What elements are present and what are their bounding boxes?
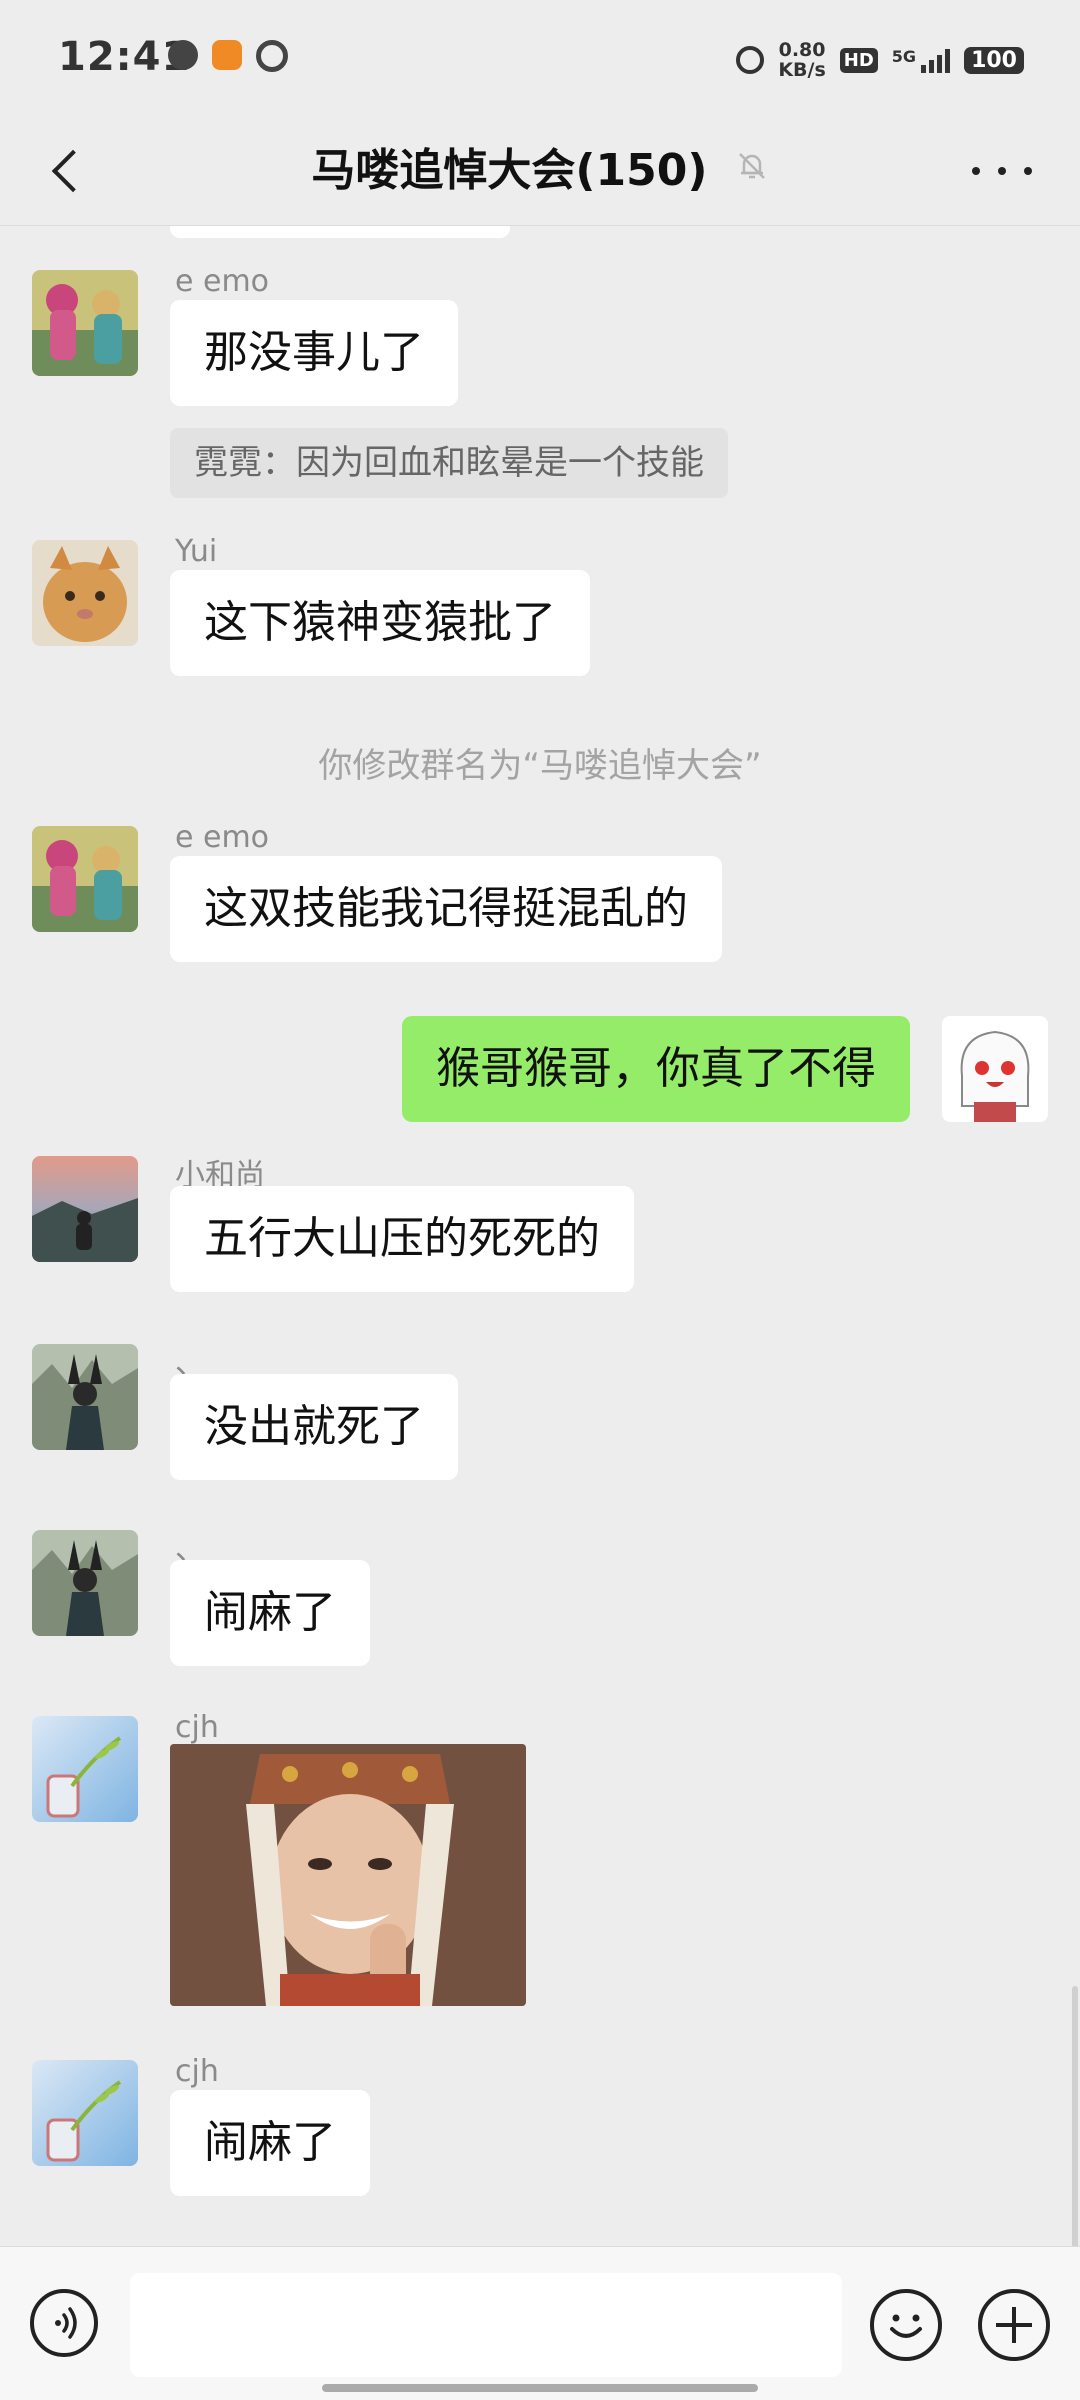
more-options-button[interactable] [972, 146, 1032, 196]
battery-icon: 100 [964, 46, 1024, 74]
sender-name: e emo [175, 264, 270, 299]
avatar-image [32, 1344, 138, 1450]
my-message-bubble[interactable]: 猴哥猴哥，你真了不得 [402, 1016, 910, 1122]
target-icon [256, 40, 288, 72]
mute-bell-icon [738, 153, 765, 179]
avatar[interactable] [32, 270, 138, 376]
avatar-image [32, 270, 138, 376]
my-avatar[interactable] [942, 1016, 1048, 1122]
alarm-icon [736, 46, 765, 74]
status-system-icons: 0.80 KB/s HD 5G 100 [736, 40, 1024, 80]
app-notification-icon [212, 40, 242, 70]
chat-messages[interactable]: e emo 那没事儿了 霓霓：因为回血和眩晕是一个技能 Yui 这下猿神变猿批了… [0, 226, 1080, 2246]
chat-scrollbar[interactable] [1072, 1986, 1078, 2246]
avatar-image [32, 826, 138, 932]
avatar-image [32, 1156, 138, 1262]
status-bar: 12:41 0.80 KB/s HD 5G 100 [0, 0, 1080, 120]
hd-icon: HD [839, 47, 878, 73]
avatar-image [32, 1716, 138, 1822]
message-bubble[interactable]: 这双技能我记得挺混乱的 [170, 856, 722, 962]
chat-header: 马喽追悼大会(150) [0, 120, 1080, 226]
avatar-image [32, 540, 138, 646]
avatar-image [32, 2060, 138, 2166]
quoted-reply[interactable]: 霓霓：因为回血和眩晕是一个技能 [170, 428, 728, 498]
message-bubble[interactable]: 五行大山压的死死的 [170, 1186, 634, 1292]
input-bar [0, 2246, 1080, 2400]
avatar[interactable] [32, 2060, 138, 2166]
home-indicator[interactable] [322, 2384, 758, 2392]
network-speed: 0.80 KB/s [778, 39, 826, 81]
avatar[interactable] [32, 1716, 138, 1822]
image-message[interactable] [170, 1744, 526, 2006]
message-bubble[interactable]: 闹麻了 [170, 2090, 370, 2196]
avatar[interactable] [32, 1344, 138, 1450]
avatar[interactable] [32, 1156, 138, 1262]
voice-icon [55, 2307, 77, 2339]
system-message: 你修改群名为“马喽追悼大会” [318, 746, 762, 786]
sender-name: Yui [175, 534, 218, 569]
avatar[interactable] [32, 540, 138, 646]
avatar-image [942, 1016, 1048, 1122]
photo-image [170, 1744, 526, 2006]
message-bubble[interactable]: 那没事儿了 [170, 300, 458, 406]
message-bubble[interactable]: 没出就死了 [170, 1374, 458, 1480]
sender-name: cjh [175, 2054, 219, 2089]
avatar-image [32, 1530, 138, 1636]
sender-name: cjh [175, 1710, 219, 1745]
smiley-icon [890, 2314, 922, 2338]
previous-message-bubble[interactable] [170, 226, 510, 238]
sender-name: e emo [175, 820, 270, 855]
message-input[interactable] [130, 2273, 842, 2377]
globe-icon [168, 40, 198, 70]
signal-icon: 5G [892, 47, 951, 73]
message-bubble[interactable]: 闹麻了 [170, 1560, 370, 1666]
message-bubble[interactable]: 这下猿神变猿批了 [170, 570, 590, 676]
avatar[interactable] [32, 826, 138, 932]
emoji-button[interactable] [870, 2289, 942, 2361]
status-notification-icons [168, 40, 288, 72]
title-area: 马喽追悼大会(150) [0, 134, 1080, 198]
chat-title: 马喽追悼大会(150) [311, 145, 708, 196]
avatar[interactable] [32, 1530, 138, 1636]
voice-input-button[interactable] [30, 2289, 98, 2357]
more-functions-button[interactable] [978, 2289, 1050, 2361]
